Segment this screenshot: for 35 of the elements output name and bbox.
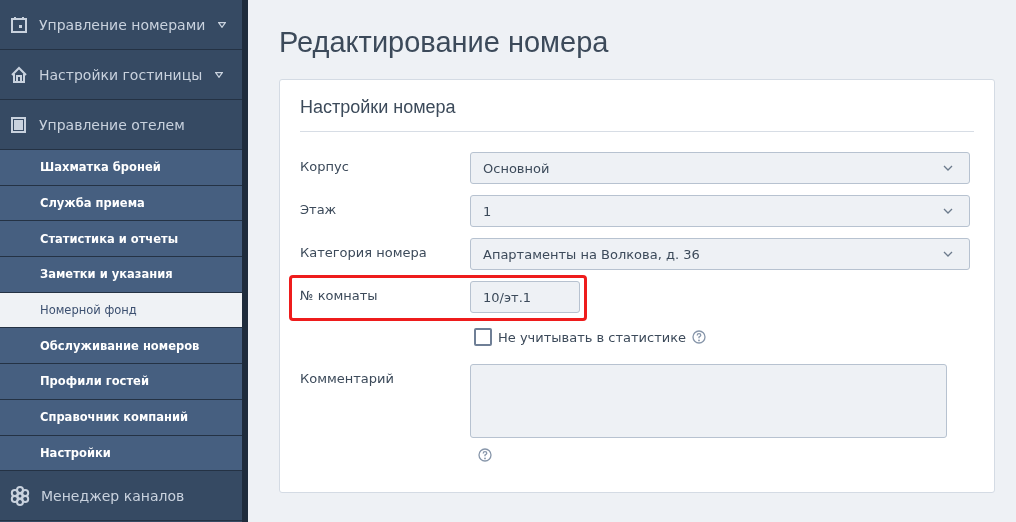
select-field[interactable]: Основной [470,152,970,184]
checkbox[interactable] [474,328,492,346]
field-label: Комментарий [300,370,395,386]
field-label: Корпус [300,158,350,174]
card-title: Настройки номера [300,80,974,132]
comment-field[interactable] [470,364,947,438]
input-field[interactable]: 10/эт.1 [470,281,580,313]
field-label: Этаж [300,201,338,217]
sidebar-item[interactable]: Менеджер каналов [0,471,242,522]
chevron-down-icon [943,251,953,257]
select-field[interactable]: 1 [470,195,970,227]
sidebar-subitem[interactable]: Профили гостей [0,364,242,400]
sidebar-item[interactable]: Управление номерами [0,0,242,50]
checkbox-label: Не учитывать в статистике [498,329,687,345]
chevron-down-icon [943,208,953,214]
sidebar-subitem[interactable]: Настройки [0,435,242,472]
sidebar-subitem[interactable]: Заметки и указания [0,257,242,293]
sidebar-subitem[interactable]: Шахматка броней [0,150,242,186]
sidebar-subitem[interactable]: Статистика и отчеты [0,221,242,258]
sidebar-subitem[interactable]: Обслуживание номеров [0,328,242,365]
help-icon[interactable] [692,330,707,344]
chevron-down-icon [943,165,953,171]
field-label: Категория номера [300,244,428,260]
help-icon[interactable] [478,448,492,462]
sidebar-item[interactable]: Настройки гостиницы [0,50,242,100]
sidebar-subitem[interactable]: Номерной фонд [0,292,242,329]
house-icon [10,65,28,84]
calendar-icon [10,15,28,34]
sidebar-subitem[interactable]: Служба приема [0,185,242,222]
page-title: Редактирование номера [279,26,610,59]
field-label: № комнаты [300,287,379,303]
grid-icon [10,115,28,134]
select-field[interactable]: Апартаменты на Волкова, д. 36 [470,238,970,270]
sidebar-subitem[interactable]: Справочник компаний [0,399,242,436]
flower-icon [10,485,30,506]
